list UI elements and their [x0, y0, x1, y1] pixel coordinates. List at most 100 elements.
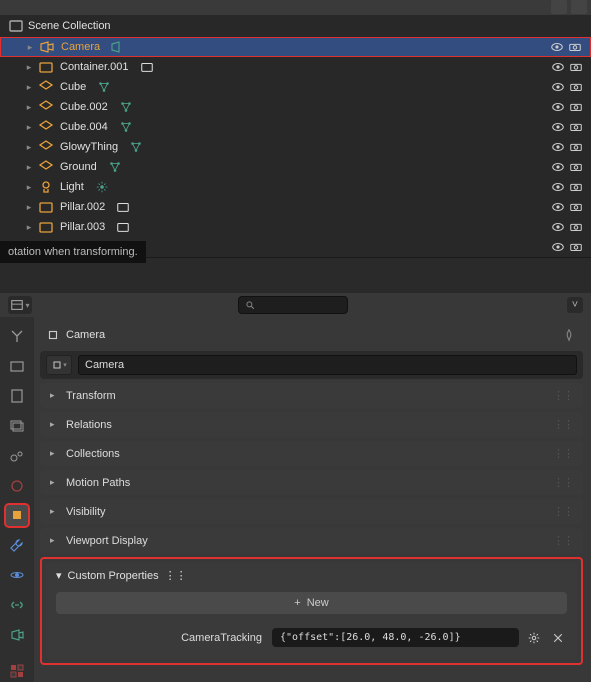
outliner-item-cube-004[interactable]: ▸ Cube.004	[0, 117, 591, 137]
scene-collection-row[interactable]: Scene Collection	[0, 15, 591, 37]
new-custom-property-button[interactable]: + New	[56, 592, 567, 614]
panel-grip-icon[interactable]: ⋮⋮	[553, 447, 573, 460]
eye-icon[interactable]	[551, 100, 565, 114]
object-icon	[51, 359, 63, 371]
expand-arrow-icon[interactable]: ▸	[24, 222, 34, 233]
filter-icon[interactable]	[551, 0, 567, 14]
camera-render-icon[interactable]	[569, 60, 583, 74]
eye-icon[interactable]	[551, 160, 565, 174]
custom-property-value[interactable]: {"offset":[26.0, 48.0, -26.0]}	[272, 628, 519, 647]
eye-icon[interactable]	[550, 40, 564, 54]
data-icon[interactable]	[139, 59, 155, 75]
gear-icon[interactable]	[525, 629, 543, 647]
camera-render-icon[interactable]	[569, 220, 583, 234]
panel-grip-icon[interactable]: ⋮⋮	[165, 569, 187, 582]
eye-icon[interactable]	[551, 120, 565, 134]
eye-icon[interactable]	[551, 180, 565, 194]
datablock-name-field[interactable]: Camera	[78, 355, 577, 375]
tab-constraints[interactable]	[6, 594, 28, 616]
data-icon[interactable]	[94, 179, 110, 195]
editor-type-selector[interactable]: ▾	[8, 296, 32, 314]
data-icon[interactable]	[128, 139, 144, 155]
outliner-item-ground[interactable]: ▸Ground	[0, 157, 591, 177]
eye-icon[interactable]	[551, 220, 565, 234]
properties-options[interactable]: ˅	[567, 297, 583, 313]
outliner-item-camera[interactable]: ▸Camera	[0, 37, 591, 57]
eye-icon[interactable]	[551, 200, 565, 214]
constraint-icon	[9, 597, 25, 613]
tab-modifiers[interactable]	[6, 534, 28, 556]
pin-icon[interactable]	[561, 327, 577, 343]
eye-icon[interactable]	[551, 240, 565, 254]
camera-render-icon[interactable]	[569, 200, 583, 214]
outliner-item-cube-002[interactable]: ▸Cube.002	[0, 97, 591, 117]
plus-icon: +	[294, 597, 300, 609]
camera-render-icon[interactable]	[569, 180, 583, 194]
panel-collections[interactable]: ▸Collections⋮⋮	[40, 441, 583, 466]
eye-icon[interactable]	[551, 80, 565, 94]
data-icon[interactable]	[115, 219, 131, 235]
panel-chevron-icon[interactable]: ▾	[56, 569, 62, 582]
panel-grip-icon[interactable]: ⋮⋮	[553, 505, 573, 518]
outliner-item-pillar-003[interactable]: ▸Pillar.003	[0, 217, 591, 237]
outliner-item-pillar-002[interactable]: ▸ Pillar.002	[0, 197, 591, 217]
expand-arrow-icon[interactable]: ▸	[24, 82, 34, 93]
tab-render[interactable]	[6, 355, 28, 377]
tab-viewlayer[interactable]	[6, 415, 28, 437]
panel-viewport-display[interactable]: ▸Viewport Display⋮⋮	[40, 528, 583, 553]
object-icon	[46, 328, 60, 342]
data-icon[interactable]	[107, 159, 123, 175]
camera-render-icon[interactable]	[569, 120, 583, 134]
expand-arrow-icon[interactable]: ▸	[24, 122, 34, 133]
panel-visibility[interactable]: ▸Visibility⋮⋮	[40, 499, 583, 524]
expand-arrow-icon[interactable]: ▸	[24, 182, 34, 193]
expand-arrow-icon[interactable]: ▸	[24, 202, 34, 213]
outliner-item-label: Pillar.002	[58, 201, 113, 213]
tab-data[interactable]	[6, 624, 28, 646]
camera-render-icon[interactable]	[568, 40, 582, 54]
outliner-item-container-001[interactable]: ▸Container.001	[0, 57, 591, 77]
data-icon[interactable]	[118, 119, 134, 135]
datablock-browse[interactable]: ▾	[46, 355, 72, 375]
panel-grip-icon[interactable]: ⋮⋮	[553, 389, 573, 402]
mesh-icon	[38, 139, 54, 155]
expand-arrow-icon[interactable]: ▸	[24, 162, 34, 173]
tab-object[interactable]	[6, 505, 28, 527]
outliner-item-light[interactable]: ▸Light	[0, 177, 591, 197]
data-icon[interactable]	[118, 99, 134, 115]
camera-render-icon[interactable]	[569, 240, 583, 254]
tab-world[interactable]	[6, 475, 28, 497]
data-icon[interactable]	[115, 199, 131, 215]
eye-icon[interactable]	[551, 140, 565, 154]
panel-motion-paths[interactable]: ▸Motion Paths⋮⋮	[40, 470, 583, 495]
outliner-item-label: Cube.004	[58, 121, 116, 133]
outliner-item-glowything[interactable]: ▸GlowyThing	[0, 137, 591, 157]
properties-search[interactable]	[238, 296, 348, 314]
eye-icon[interactable]	[551, 60, 565, 74]
expand-arrow-icon[interactable]: ▸	[25, 42, 35, 53]
expand-arrow-icon[interactable]: ▸	[24, 142, 34, 153]
tab-tool[interactable]	[6, 325, 28, 347]
panel-grip-icon[interactable]: ⋮⋮	[553, 418, 573, 431]
new-collection-icon[interactable]	[571, 0, 587, 14]
camera-render-icon[interactable]	[569, 80, 583, 94]
properties-header: ▾ ˅	[0, 293, 591, 317]
camera-render-icon[interactable]	[569, 140, 583, 154]
camera-render-icon[interactable]	[569, 100, 583, 114]
panel-grip-icon[interactable]: ⋮⋮	[553, 534, 573, 547]
outliner-item-cube[interactable]: ▸Cube	[0, 77, 591, 97]
tab-physics[interactable]	[6, 564, 28, 586]
data-icon[interactable]	[110, 39, 126, 55]
panel-grip-icon[interactable]: ⋮⋮	[553, 476, 573, 489]
render-icon	[9, 358, 25, 374]
tab-texture[interactable]	[6, 660, 28, 682]
close-icon[interactable]	[549, 629, 567, 647]
tab-output[interactable]	[6, 385, 28, 407]
panel-relations[interactable]: ▸Relations⋮⋮	[40, 412, 583, 437]
expand-arrow-icon[interactable]: ▸	[24, 62, 34, 73]
camera-render-icon[interactable]	[569, 160, 583, 174]
panel-transform[interactable]: ▸Transform⋮⋮	[40, 383, 583, 408]
tab-scene[interactable]	[6, 445, 28, 467]
data-icon[interactable]	[96, 79, 112, 95]
expand-arrow-icon[interactable]: ▸	[24, 102, 34, 113]
